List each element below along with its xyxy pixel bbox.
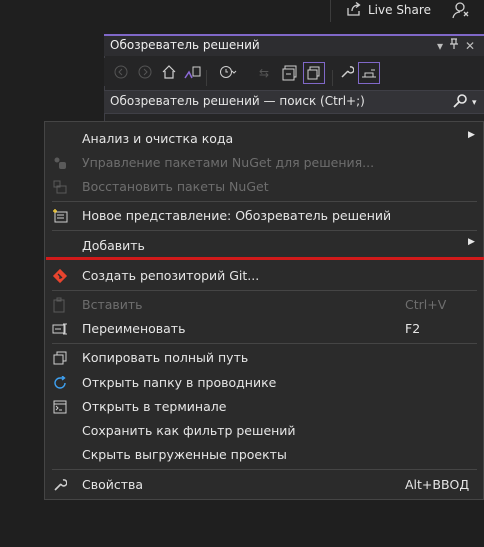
menu-separator — [52, 469, 477, 470]
menu-item-shortcut: F2 — [405, 321, 421, 336]
menu-separator — [52, 201, 477, 202]
menu-item-new-view[interactable]: Новое представление: Обозреватель решени… — [44, 205, 484, 227]
live-share-button[interactable]: Live Share — [346, 1, 431, 19]
divider — [330, 0, 331, 22]
menu-item-copy-full-path[interactable]: Копировать полный путь — [44, 347, 484, 369]
show-all-files-icon[interactable] — [303, 62, 325, 84]
menu-item-open-in-terminal[interactable]: Открыть в терминале — [44, 396, 484, 418]
collapse-all-icon[interactable] — [282, 65, 297, 81]
submenu-arrow-icon: ▶ — [468, 130, 475, 140]
dropdown-icon[interactable]: ▾ — [433, 38, 447, 54]
search-placeholder: Обозреватель решений — поиск (Ctrl+;) — [110, 94, 365, 108]
menu-item-paste[interactable]: Вставить Ctrl+V — [44, 294, 484, 316]
menu-item-save-as-filter[interactable]: Сохранить как фильтр решений — [44, 420, 484, 442]
menu-item-rename[interactable]: Переименовать F2 — [44, 318, 484, 340]
menu-item-manage-nuget[interactable]: Управление пакетами NuGet для решения... — [44, 152, 484, 174]
rename-icon — [52, 321, 68, 337]
wrench-icon — [52, 477, 68, 493]
new-view-icon — [52, 208, 68, 224]
pin-icon[interactable] — [447, 38, 461, 54]
open-folder-arrow-icon — [52, 375, 68, 391]
back-icon[interactable] — [114, 65, 128, 81]
search-options-chevron-icon[interactable]: ▾ — [472, 98, 477, 108]
menu-item-label: Вставить — [82, 297, 143, 312]
menu-item-open-in-explorer[interactable]: Открыть папку в проводнике — [44, 372, 484, 394]
menu-item-label: Скрыть выгруженные проекты — [82, 447, 287, 462]
live-share-label: Live Share — [368, 3, 431, 17]
switch-views-icon[interactable] — [184, 65, 201, 81]
menu-item-label: Переименовать — [82, 321, 186, 336]
menu-item-label: Новое представление: Обозреватель решени… — [82, 208, 392, 223]
copy-icon — [52, 350, 68, 366]
menu-item-shortcut: Alt+ВВОД — [405, 477, 470, 492]
menu-item-label: Управление пакетами NuGet для решения... — [82, 155, 375, 170]
menu-item-label: Открыть папку в проводнике — [82, 375, 277, 390]
menu-item-label: Добавить — [82, 238, 145, 253]
pending-changes-icon[interactable] — [219, 65, 237, 81]
menu-separator — [52, 343, 477, 344]
menu-item-properties[interactable]: Свойства Alt+ВВОД — [44, 474, 484, 496]
share-icon — [346, 1, 362, 19]
terminal-icon — [52, 399, 68, 415]
highlight-underline — [46, 257, 484, 260]
menu-separator — [52, 230, 477, 231]
panel-title: Обозреватель решений — [110, 38, 260, 52]
menu-item-analyze[interactable]: Анализ и очистка кода ▶ — [44, 128, 484, 150]
menu-item-label: Копировать полный путь — [82, 350, 249, 365]
home-icon[interactable] — [161, 65, 176, 81]
forward-icon[interactable] — [138, 65, 152, 81]
menu-item-label: Анализ и очистка кода — [82, 131, 234, 146]
close-icon[interactable]: ✕ — [463, 38, 477, 54]
search-icon[interactable] — [452, 93, 468, 113]
sync-icon[interactable]: ⇆ — [257, 65, 271, 81]
divider — [332, 70, 333, 86]
menu-item-restore-nuget[interactable]: Восстановить пакеты NuGet — [44, 176, 484, 198]
paste-icon — [52, 297, 68, 313]
menu-item-hide-unloaded[interactable]: Скрыть выгруженные проекты — [44, 444, 484, 466]
nuget-icon — [52, 155, 68, 171]
submenu-arrow-icon: ▶ — [468, 237, 475, 247]
restore-packages-icon — [52, 179, 68, 195]
menu-item-shortcut: Ctrl+V — [405, 297, 447, 312]
menu-item-label: Сохранить как фильтр решений — [82, 423, 296, 438]
menu-item-label: Восстановить пакеты NuGet — [82, 179, 269, 194]
menu-separator — [52, 290, 477, 291]
menu-item-label: Открыть в терминале — [82, 399, 227, 414]
menu-item-label: Свойства — [82, 477, 144, 492]
divider — [206, 70, 207, 86]
account-icon[interactable] — [452, 1, 472, 19]
menu-item-add[interactable]: Добавить ▶ — [44, 235, 484, 257]
properties-wrench-icon[interactable] — [340, 65, 355, 81]
preview-selected-icon[interactable] — [358, 62, 380, 84]
git-icon — [52, 268, 68, 284]
menu-item-label: Создать репозиторий Git... — [82, 268, 260, 283]
menu-item-create-git-repo[interactable]: Создать репозиторий Git... — [44, 265, 484, 287]
